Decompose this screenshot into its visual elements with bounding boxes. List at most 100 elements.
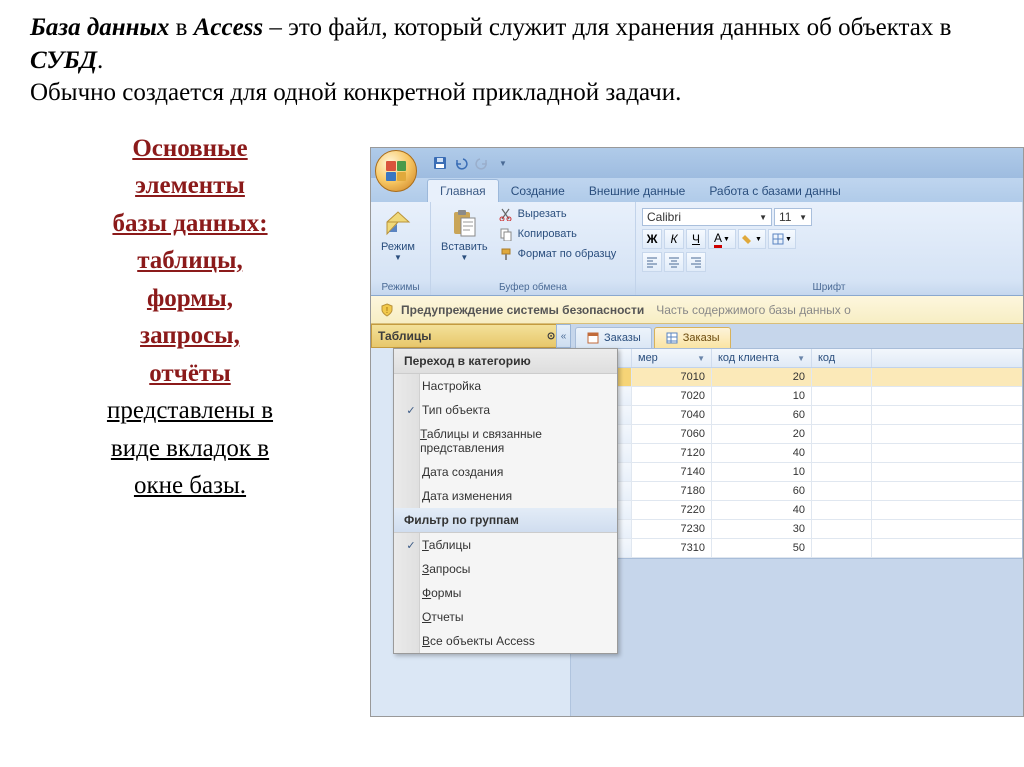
table-row[interactable]: 701020 — [572, 368, 1022, 387]
cell[interactable]: 7220 — [632, 501, 712, 519]
table-row[interactable]: 706020 — [572, 425, 1022, 444]
table-row[interactable]: 718060 — [572, 482, 1022, 501]
align-center-button[interactable] — [664, 252, 684, 272]
redo-icon[interactable] — [473, 154, 491, 172]
table-row[interactable]: 731050 — [572, 539, 1022, 558]
cell[interactable] — [812, 444, 872, 462]
group-clipboard-label: Буфер обмена — [437, 280, 629, 295]
cell[interactable]: 40 — [712, 444, 812, 462]
paste-button[interactable]: Вставить ▼ — [437, 205, 492, 264]
cell[interactable]: 7180 — [632, 482, 712, 500]
slide-bullets: Основные элементы базы данных: таблицы, … — [30, 110, 350, 505]
cell[interactable]: 7020 — [632, 387, 712, 405]
paste-icon — [448, 207, 480, 239]
menu-item[interactable]: Дата изменения — [394, 484, 617, 508]
cell[interactable]: 7310 — [632, 539, 712, 557]
table-row[interactable]: 714010 — [572, 463, 1022, 482]
menu-item[interactable]: Таблицы и связанные представления — [394, 422, 617, 460]
cell[interactable] — [812, 463, 872, 481]
tab-home[interactable]: Главная — [427, 179, 499, 202]
table-row[interactable]: 702010 — [572, 387, 1022, 406]
cell[interactable]: 7120 — [632, 444, 712, 462]
cell[interactable]: 60 — [712, 482, 812, 500]
cell[interactable] — [812, 387, 872, 405]
menu-item[interactable]: Запросы — [394, 557, 617, 581]
cell[interactable] — [812, 368, 872, 386]
menu-item[interactable]: ✓Таблицы — [394, 533, 617, 557]
menu-item-label: Тип объекта — [422, 403, 490, 417]
cell[interactable]: 7010 — [632, 368, 712, 386]
doc-tab-orders-form[interactable]: Заказы — [575, 327, 652, 348]
datasheet-grid[interactable]: мер▼ код клиента▼ код 701020702010704060… — [571, 348, 1023, 559]
col-header[interactable]: код клиента▼ — [712, 349, 812, 367]
italic-button[interactable]: К — [664, 229, 684, 249]
cell[interactable]: 10 — [712, 387, 812, 405]
undo-icon[interactable] — [452, 154, 470, 172]
slide-heading: База данных в Access – это файл, который… — [0, 0, 1024, 110]
cell[interactable]: 20 — [712, 425, 812, 443]
menu-item[interactable]: Настройка — [394, 374, 617, 398]
cell[interactable] — [812, 406, 872, 424]
tab-create[interactable]: Создание — [499, 180, 577, 202]
tab-database-tools[interactable]: Работа с базами данны — [697, 180, 852, 202]
tab-external-data[interactable]: Внешние данные — [577, 180, 698, 202]
menu-item[interactable]: Все объекты Access — [394, 629, 617, 653]
gridlines-button[interactable]: ▼ — [768, 229, 796, 249]
cell[interactable] — [812, 539, 872, 557]
align-right-button[interactable] — [686, 252, 706, 272]
cell[interactable]: 40 — [712, 501, 812, 519]
table-row[interactable]: 722040 — [572, 501, 1022, 520]
fill-color-button[interactable]: ▼ — [738, 229, 766, 249]
format-painter-icon — [498, 246, 514, 262]
menu-item-label: Формы — [422, 586, 461, 600]
navigation-pane: Таблицы ⊙ ▾ « Переход в категорию Настро… — [371, 324, 571, 716]
security-warning-msg: Часть содержимого базы данных о — [656, 303, 851, 317]
nav-collapse-button[interactable]: « — [556, 324, 571, 348]
menu-item[interactable]: Дата создания — [394, 460, 617, 484]
bold-button[interactable]: Ж — [642, 229, 662, 249]
table-row[interactable]: 712040 — [572, 444, 1022, 463]
table-row[interactable]: 704060 — [572, 406, 1022, 425]
save-icon[interactable] — [431, 154, 449, 172]
menu-item[interactable]: Отчеты — [394, 605, 617, 629]
menu-item-label: Дата создания — [422, 465, 503, 479]
cell[interactable]: 7140 — [632, 463, 712, 481]
font-name-select[interactable]: Calibri▼ — [642, 208, 772, 226]
security-warning-bar: ! Предупреждение системы безопасности Ча… — [371, 296, 1023, 324]
cell[interactable]: 7230 — [632, 520, 712, 538]
cell[interactable]: 60 — [712, 406, 812, 424]
menu-header-goto: Переход в категорию — [394, 349, 617, 374]
col-header[interactable]: код — [812, 349, 872, 367]
doc-tab-orders-table[interactable]: Заказы — [654, 327, 731, 348]
cell[interactable] — [812, 482, 872, 500]
cell[interactable]: 20 — [712, 368, 812, 386]
menu-item-label: Таблицы и связанные представления — [420, 427, 611, 455]
check-icon: ✓ — [400, 539, 422, 552]
copy-icon — [498, 226, 514, 242]
copy-button[interactable]: Копировать — [496, 225, 619, 243]
cut-button[interactable]: Вырезать — [496, 205, 619, 223]
font-size-select[interactable]: 11▼ — [774, 208, 812, 226]
menu-item[interactable]: Формы — [394, 581, 617, 605]
cell[interactable] — [812, 425, 872, 443]
cell[interactable]: 10 — [712, 463, 812, 481]
office-button[interactable] — [375, 150, 417, 192]
menu-item[interactable]: ✓Тип объекта — [394, 398, 617, 422]
table-row[interactable]: 723030 — [572, 520, 1022, 539]
cell[interactable] — [812, 501, 872, 519]
underline-button[interactable]: Ч — [686, 229, 706, 249]
term-access: Access — [194, 14, 263, 41]
col-header[interactable]: мер▼ — [632, 349, 712, 367]
view-button[interactable]: Режим ▼ — [377, 205, 419, 264]
cell[interactable]: 7040 — [632, 406, 712, 424]
cell[interactable]: 7060 — [632, 425, 712, 443]
font-color-button[interactable]: A▼ — [708, 229, 736, 249]
qat-customize-icon[interactable]: ▼ — [494, 154, 512, 172]
table-icon — [665, 331, 679, 345]
cell[interactable]: 30 — [712, 520, 812, 538]
cell[interactable] — [812, 520, 872, 538]
cell[interactable]: 50 — [712, 539, 812, 557]
format-painter-button[interactable]: Формат по образцу — [496, 245, 619, 263]
align-left-button[interactable] — [642, 252, 662, 272]
nav-category-header[interactable]: Таблицы ⊙ ▾ — [371, 324, 570, 348]
